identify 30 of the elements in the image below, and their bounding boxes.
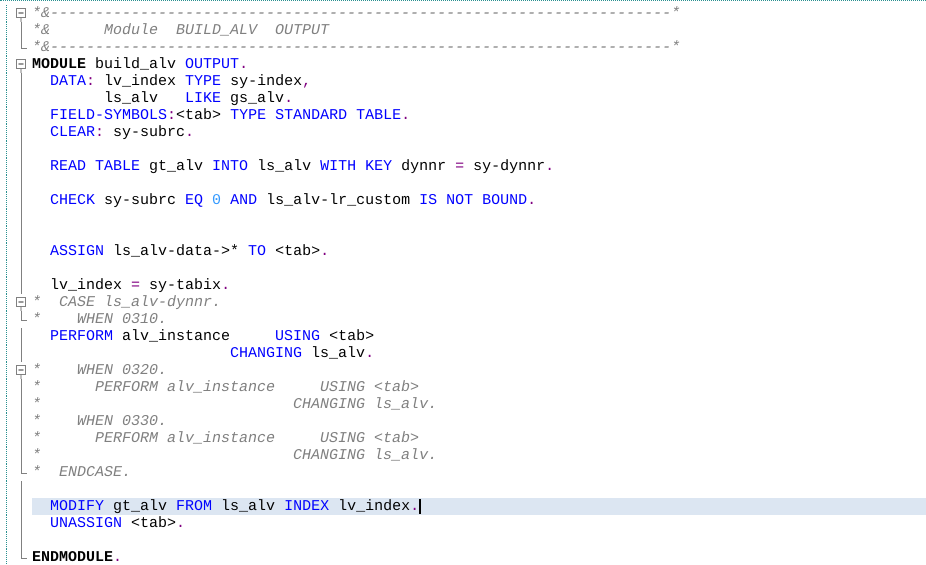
text-cursor <box>419 499 422 514</box>
fold-toggle-icon[interactable] <box>16 56 26 73</box>
code-line: CHANGING ls_alv. <box>229 345 376 362</box>
code-line: ENDMODULE. <box>32 549 124 565</box>
code-line: DATA: lv_index TYPE sy-index, <box>49 73 312 90</box>
code-line: * WHEN 0330. <box>32 413 168 430</box>
code-line: * ENDCASE. <box>32 464 132 481</box>
fold-toggle-icon[interactable] <box>16 362 26 379</box>
code-line: lv_index = sy-tabix. <box>49 277 232 294</box>
code-line: * WHEN 0310. <box>32 311 168 328</box>
code-line: CHECK sy-subrc EQ 0 AND ls_alv-lr_custom IS NOT BOUND. <box>49 192 538 209</box>
code-line: MODULE build_alv OUTPUT. <box>32 56 250 73</box>
code-line: * CASE ls_alv-dynnr. <box>32 294 222 311</box>
fold-toggle-icon[interactable] <box>16 294 26 311</box>
fold-toggle-icon[interactable] <box>16 5 26 22</box>
code-line: READ TABLE gt_alv INTO ls_alv WITH KEY dynnr = sy-dynnr. <box>49 158 556 175</box>
code-line: * PERFORM alv_instance USING <tab> <box>32 430 420 447</box>
code-line: * WHEN 0320. <box>32 362 168 379</box>
code-line: UNASSIGN <tab>. <box>49 515 186 532</box>
code-line: FIELD-SYMBOLS:<tab> TYPE STANDARD TABLE. <box>49 107 412 124</box>
code-line: *&---------------------------------------------------------------------* <box>32 39 682 56</box>
code-line: CLEAR: sy-subrc. <box>49 124 196 141</box>
code-line: * PERFORM alv_instance USING <tab> <box>32 379 420 396</box>
code-line: ASSIGN ls_alv-data->* TO <tab>. <box>49 243 330 260</box>
code-line: PERFORM alv_instance USING <tab> <box>49 328 376 345</box>
code-line: ls_alv LIKE gs_alv. <box>103 90 294 107</box>
code-line: *&---------------------------------------------------------------------* <box>32 5 682 22</box>
code-line: *& Module BUILD_ALV OUTPUT <box>32 22 330 39</box>
code-line: * CHANGING ls_alv. <box>32 396 438 413</box>
code-line: * CHANGING ls_alv. <box>32 447 438 464</box>
